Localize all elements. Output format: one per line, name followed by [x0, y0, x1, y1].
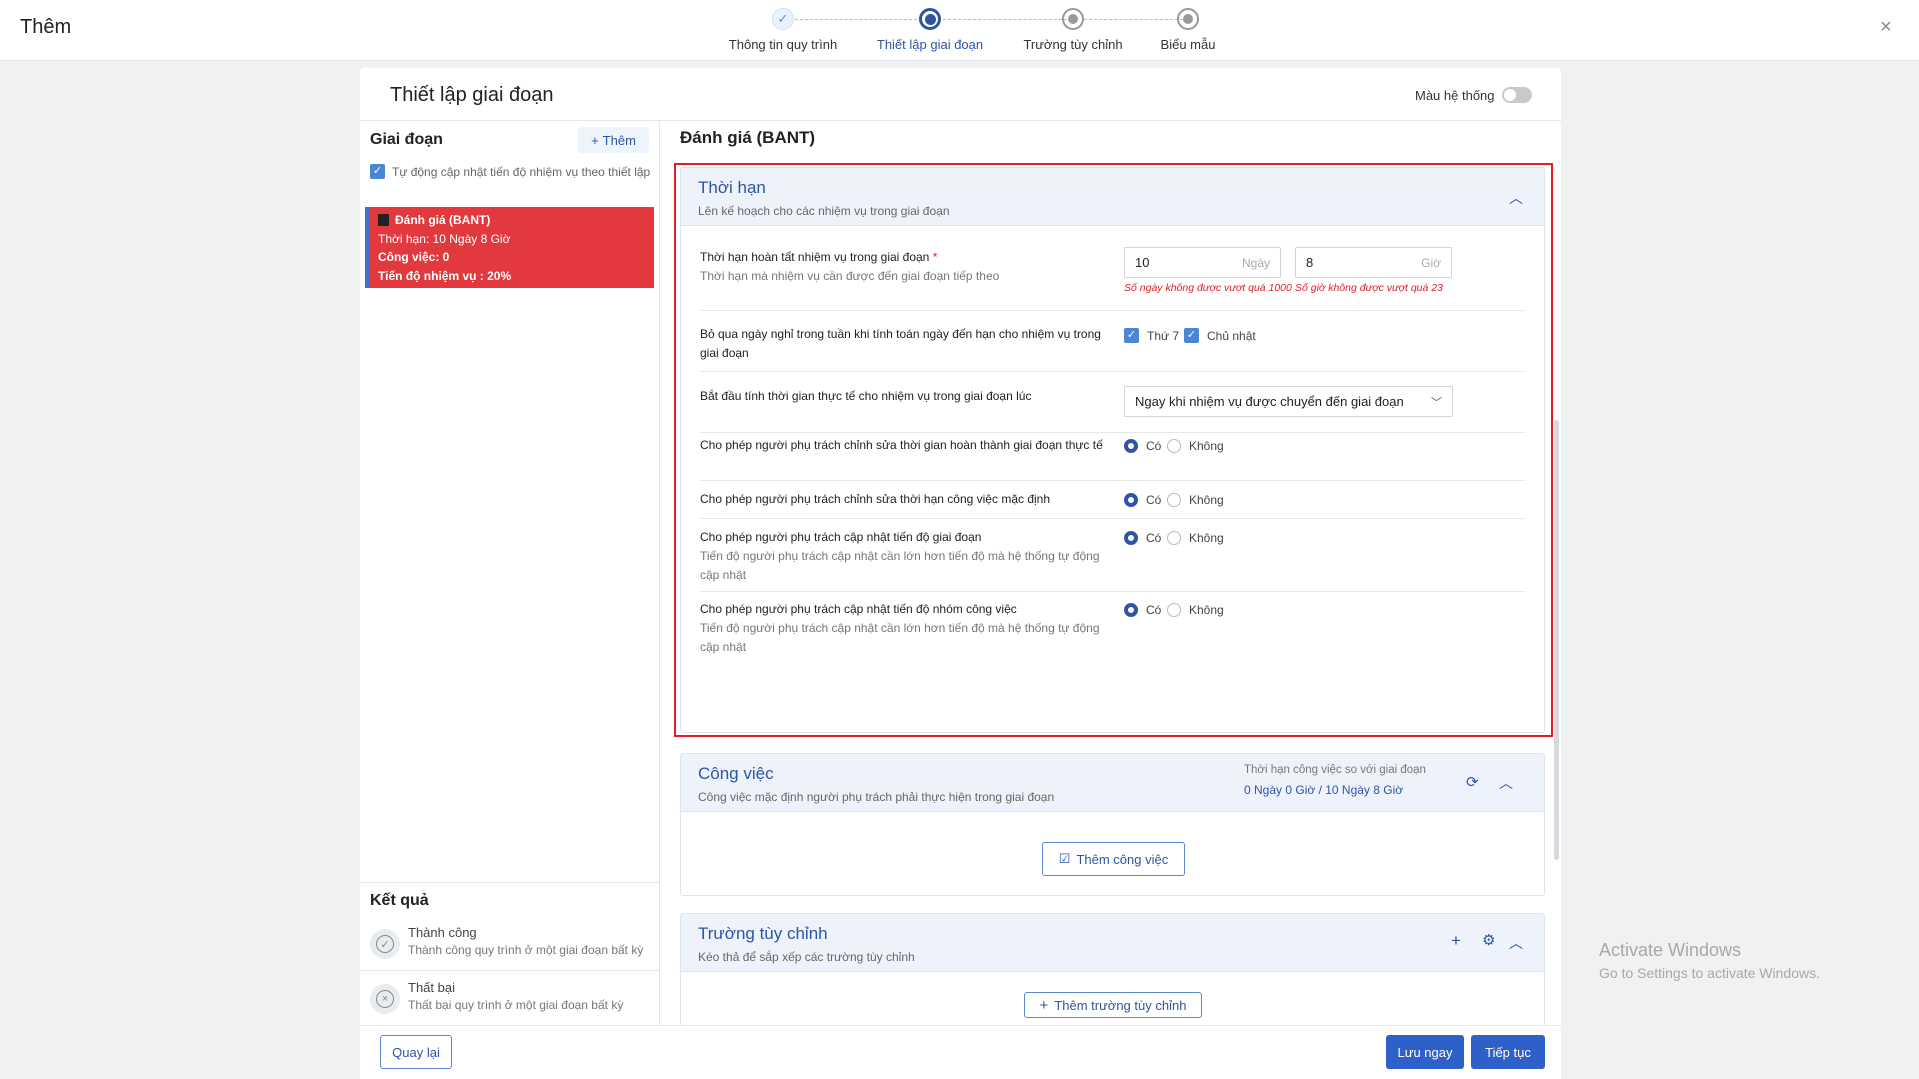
step-pending-icon: [1062, 8, 1084, 30]
tasks-section: Công việc Công việc mặc định người phụ t…: [680, 753, 1545, 896]
back-button[interactable]: Quay lại: [380, 1035, 452, 1069]
stage-name: Đánh giá (BANT): [395, 213, 491, 227]
result-title: Thành công: [408, 925, 477, 940]
divider: [360, 120, 1561, 121]
step-stage-setup[interactable]: Thiết lập giai đoạn: [850, 8, 1010, 52]
highlight-box: [674, 163, 1553, 737]
check-circle-icon: ✓: [376, 935, 394, 953]
step-label: Thiết lập giai đoạn: [876, 37, 984, 52]
section-subtitle: Công việc mặc định người phụ trách phải …: [698, 790, 1055, 804]
step-form[interactable]: Biểu mẫu: [1108, 8, 1268, 52]
stage-deadline: Thời hạn: 10 Ngày 8 Giờ: [378, 231, 511, 246]
close-icon[interactable]: ×: [1880, 16, 1892, 39]
auto-update-label: Tự động cập nhật tiến độ nhiệm vụ theo t…: [392, 165, 651, 179]
custom-fields-section: Trường tùy chỉnh Kéo thả để sắp xếp các …: [680, 913, 1545, 1028]
divider: [360, 970, 659, 971]
add-stage-label: Thêm: [602, 132, 636, 148]
section-subtitle: Kéo thả để sắp xếp các trường tùy chỉnh: [698, 950, 915, 964]
result-desc: Thành công quy trình ở một giai đoạn bất…: [408, 943, 644, 957]
step-label: Biểu mẫu: [1160, 37, 1216, 52]
add-task-icon: ☑: [1058, 851, 1071, 866]
task-check-icon[interactable]: ⟳: [1466, 773, 1479, 791]
check-icon: ✓: [772, 8, 794, 30]
step-pending-icon: [1177, 8, 1199, 30]
results-heading: Kết quả: [370, 892, 429, 909]
step-label: Thông tin quy trình: [728, 37, 838, 52]
gear-icon[interactable]: ⚙: [1482, 931, 1495, 949]
footer-bar: [360, 1026, 1561, 1079]
stage-tasks: Công việc: 0: [378, 250, 450, 264]
watermark-subtitle: Go to Settings to activate Windows.: [1599, 965, 1820, 981]
step-active-icon: [919, 8, 941, 30]
modal-title: Thêm: [20, 16, 72, 38]
step-process-info[interactable]: ✓ Thông tin quy trình: [703, 8, 863, 52]
plus-icon: +: [591, 132, 599, 148]
section-title: Trường tùy chỉnh: [698, 924, 828, 943]
watermark-title: Activate Windows: [1599, 940, 1742, 960]
plus-icon[interactable]: +: [1451, 931, 1461, 951]
task-compare-label: Thời hạn công việc so với giai đoạn: [1244, 764, 1426, 776]
chevron-up-icon[interactable]: ︿: [1509, 933, 1523, 953]
system-color-toggle[interactable]: [1502, 87, 1532, 103]
result-desc: Thất bại quy trình ở một giai đoạn bất k…: [408, 998, 624, 1012]
stage-icon: [378, 214, 389, 227]
result-title: Thất bại: [408, 980, 455, 995]
stage-detail-title: Đánh giá (BANT): [680, 128, 816, 147]
chevron-up-icon[interactable]: ︿: [1499, 773, 1513, 793]
tasks-section-header[interactable]: Công việc Công việc mặc định người phụ t…: [681, 754, 1544, 812]
page-title: Thiết lập giai đoạn: [390, 84, 554, 106]
section-title: Công việc: [698, 764, 774, 783]
next-button[interactable]: Tiếp tục: [1471, 1035, 1545, 1069]
task-compare-value: 0 Ngày 0 Giờ / 10 Ngày 8 Giờ: [1244, 783, 1404, 797]
result-fail[interactable]: × Thất bại Thất bại quy trình ở một giai…: [370, 980, 655, 1030]
system-color-label: Màu hệ thống: [1415, 88, 1495, 103]
stage-progress: Tiến độ nhiệm vụ : 20%: [378, 268, 512, 283]
plus-icon: +: [1039, 996, 1049, 1014]
add-custom-field-button[interactable]: + Thêm trường tùy chỉnh: [1024, 992, 1202, 1018]
custom-fields-header[interactable]: Trường tùy chỉnh Kéo thả để sắp xếp các …: [681, 914, 1544, 972]
save-button[interactable]: Lưu ngay: [1386, 1035, 1464, 1069]
stages-heading: Giai đoạn: [370, 131, 443, 148]
x-circle-icon: ×: [376, 990, 394, 1008]
scrollbar[interactable]: [1554, 420, 1559, 860]
stage-item[interactable]: Đánh giá (BANT) Thời hạn: 10 Ngày 8 Giờ …: [365, 207, 654, 288]
result-success[interactable]: ✓ Thành công Thành công quy trình ở một …: [370, 925, 655, 975]
divider: [360, 882, 659, 883]
add-task-button[interactable]: ☑ Thêm công việc: [1042, 842, 1185, 876]
add-stage-button[interactable]: + Thêm: [578, 127, 649, 153]
divider: [659, 120, 660, 1025]
